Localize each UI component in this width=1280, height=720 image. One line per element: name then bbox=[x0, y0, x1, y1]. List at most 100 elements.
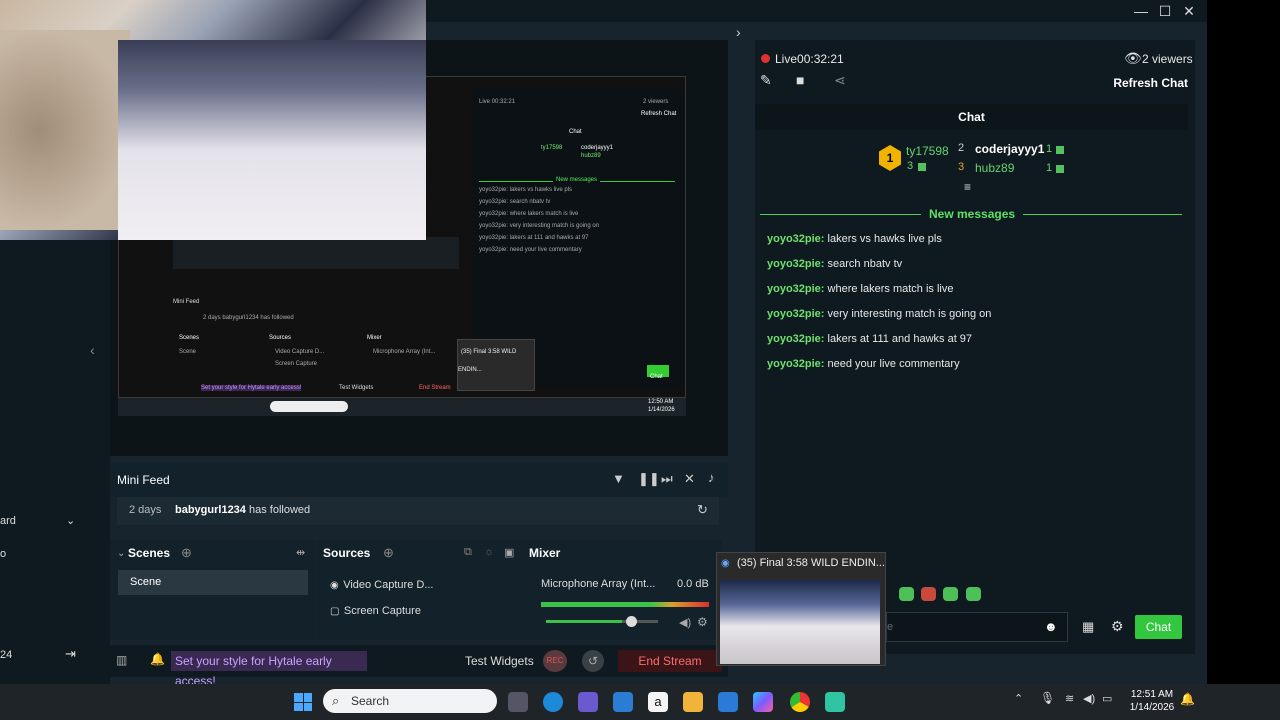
share-icon[interactable]: ⋖ bbox=[834, 72, 846, 89]
bell-icon[interactable]: 🔔 bbox=[150, 652, 165, 666]
replay-icon[interactable]: ↺ bbox=[582, 650, 604, 672]
refresh-chat-button[interactable]: Refresh Chat bbox=[1100, 76, 1188, 90]
emote-icon[interactable] bbox=[899, 587, 914, 601]
wifi-icon[interactable]: ≋ bbox=[1065, 692, 1074, 705]
feed-user[interactable]: babygurl1234 bbox=[175, 504, 246, 516]
vu-meter bbox=[541, 602, 709, 607]
mute-alerts-icon[interactable]: ✕ bbox=[684, 471, 695, 487]
sidebar-item-label[interactable]: 24 bbox=[0, 649, 12, 661]
edge-icon[interactable] bbox=[543, 692, 563, 712]
nested-source: Video Capture D... bbox=[275, 349, 325, 355]
record-button[interactable]: REC bbox=[543, 650, 567, 672]
nested-end-stream: End Stream bbox=[419, 385, 451, 391]
chevron-down-icon[interactable]: ⌄ bbox=[66, 514, 75, 527]
taskbar-search[interactable]: ⌕ Search bbox=[323, 689, 497, 713]
repeat-icon[interactable]: ↻ bbox=[697, 502, 708, 518]
copilot-icon[interactable] bbox=[753, 692, 773, 712]
chevron-right-icon[interactable]: › bbox=[736, 24, 741, 40]
browser-thumbnail[interactable] bbox=[720, 580, 880, 664]
live-label: Live bbox=[775, 52, 798, 66]
leader-3-name[interactable]: hubz89 bbox=[975, 161, 1014, 175]
volume-slider-fill bbox=[546, 620, 623, 623]
chat-message-user[interactable]: yoyo32pie: bbox=[767, 233, 824, 245]
chevron-left-icon[interactable]: ‹ bbox=[90, 342, 95, 358]
chat-message-user[interactable]: yoyo32pie: bbox=[767, 358, 824, 370]
stats-icon[interactable]: ▥ bbox=[116, 653, 127, 667]
nested-message: yoyo32pie: lakers vs hawks live pls bbox=[479, 187, 573, 193]
sidebar-item-label[interactable]: o bbox=[0, 548, 6, 560]
scene-icon[interactable]: ☼ bbox=[484, 546, 494, 558]
leader-1-name[interactable]: ty17598 bbox=[906, 144, 949, 158]
outlook-icon[interactable] bbox=[613, 692, 633, 712]
source-item[interactable]: ◉ Video Capture D... bbox=[330, 575, 433, 593]
speaker-icon[interactable]: ◀) bbox=[679, 616, 691, 629]
notification-icon[interactable]: 🔔 bbox=[1180, 692, 1195, 706]
leader-2-name[interactable]: coderjayyy1 bbox=[975, 142, 1044, 156]
chrome-icon[interactable] bbox=[790, 692, 810, 712]
gift-icon bbox=[1056, 165, 1064, 173]
chat-input[interactable]: e bbox=[886, 612, 1068, 642]
chat-message: yoyo32pie: where lakers match is live bbox=[767, 283, 953, 295]
edit-icon[interactable]: ✎ bbox=[760, 72, 772, 89]
emoji-icon[interactable]: ☻ bbox=[1044, 619, 1058, 634]
amazon-icon[interactable]: a bbox=[648, 692, 668, 712]
nested-leader-2: coderjayyy1 bbox=[581, 145, 614, 151]
chat-message: yoyo32pie: need your live commentary bbox=[767, 358, 960, 370]
windows-start-icon[interactable] bbox=[294, 693, 312, 711]
add-source-icon[interactable]: ⊕ bbox=[383, 545, 394, 561]
file-explorer-icon[interactable] bbox=[683, 692, 703, 712]
expand-icon[interactable]: ≡ bbox=[964, 180, 971, 194]
filter-icon[interactable]: ▼ bbox=[612, 471, 625, 486]
emote-icon[interactable] bbox=[921, 587, 936, 601]
sidebar-item-label[interactable]: ard bbox=[0, 515, 16, 527]
scene-item[interactable]: Scene bbox=[118, 570, 308, 595]
promo-banner[interactable]: Set your style for Hytale early access! bbox=[171, 651, 367, 684]
group-icon[interactable]: ⧉ bbox=[464, 546, 472, 559]
chat-message-user[interactable]: yoyo32pie: bbox=[767, 308, 824, 320]
skip-icon[interactable]: ⏭ bbox=[661, 471, 673, 487]
clock-date: 1/14/2026 bbox=[1129, 702, 1175, 713]
taskbar-clock[interactable]: 12:51 AM 1/14/2026 bbox=[1126, 688, 1178, 714]
end-stream-button[interactable]: End Stream bbox=[618, 650, 722, 672]
close-button[interactable]: ✕ bbox=[1177, 2, 1201, 20]
source-item[interactable]: ▢ Screen Capture bbox=[330, 601, 421, 619]
microphone-icon[interactable]: 🎙 bbox=[1040, 691, 1055, 705]
nested-feed-row: 2 days babygurl1234 has followed bbox=[203, 315, 294, 321]
test-widgets-button[interactable]: Test Widgets bbox=[465, 654, 534, 668]
pause-icon[interactable]: ❚❚ bbox=[638, 471, 660, 487]
store-icon[interactable]: ▦ bbox=[1082, 619, 1094, 635]
rank-3-badge-icon: 3 bbox=[958, 161, 965, 173]
battery-icon[interactable]: ▭ bbox=[1102, 692, 1112, 705]
nested-live-time: Live 00:32:21 bbox=[479, 99, 516, 105]
chat-message-text: lakers vs hawks live pls bbox=[827, 233, 942, 245]
task-view-icon[interactable] bbox=[508, 692, 528, 712]
speaker-icon[interactable]: ◀) bbox=[1083, 692, 1095, 705]
teams-icon[interactable] bbox=[578, 692, 598, 712]
emote-icon[interactable] bbox=[943, 587, 958, 601]
chevron-up-icon[interactable]: ⌃ bbox=[1014, 692, 1023, 705]
store-icon[interactable] bbox=[718, 692, 738, 712]
nested-popup: (35) Final 3:58 WILD ENDIN... bbox=[457, 339, 535, 391]
gear-icon[interactable]: ⚙ bbox=[697, 615, 708, 629]
chat-message-user[interactable]: yoyo32pie: bbox=[767, 333, 824, 345]
add-scene-icon[interactable]: ⊕ bbox=[181, 545, 192, 561]
collapse-icon[interactable]: ⇥ bbox=[65, 646, 76, 662]
folder-icon[interactable]: ▣ bbox=[504, 546, 514, 559]
emote-icon[interactable] bbox=[966, 587, 981, 601]
maximize-button[interactable]: ☐ bbox=[1153, 2, 1177, 20]
chat-message-user[interactable]: yoyo32pie: bbox=[767, 258, 824, 270]
chat-send-button[interactable]: Chat bbox=[1135, 615, 1182, 639]
streamlabs-icon[interactable] bbox=[825, 692, 845, 712]
sources-title: Sources bbox=[323, 546, 371, 560]
nested-mixer: Mixer bbox=[367, 335, 382, 341]
chevron-down-icon[interactable]: ⌄ bbox=[117, 548, 125, 559]
chat-message-user[interactable]: yoyo32pie: bbox=[767, 283, 824, 295]
camera-icon[interactable]: ■ bbox=[796, 72, 804, 88]
volume-slider[interactable] bbox=[546, 616, 658, 627]
feed-action: has followed bbox=[249, 504, 311, 516]
new-messages-label: New messages bbox=[921, 207, 1024, 221]
gear-icon[interactable]: ⚙ bbox=[1111, 618, 1124, 635]
volume-icon[interactable]: ♪ bbox=[708, 470, 715, 485]
minimize-button[interactable]: — bbox=[1129, 2, 1153, 20]
split-icon[interactable]: ⇹ bbox=[296, 546, 305, 559]
